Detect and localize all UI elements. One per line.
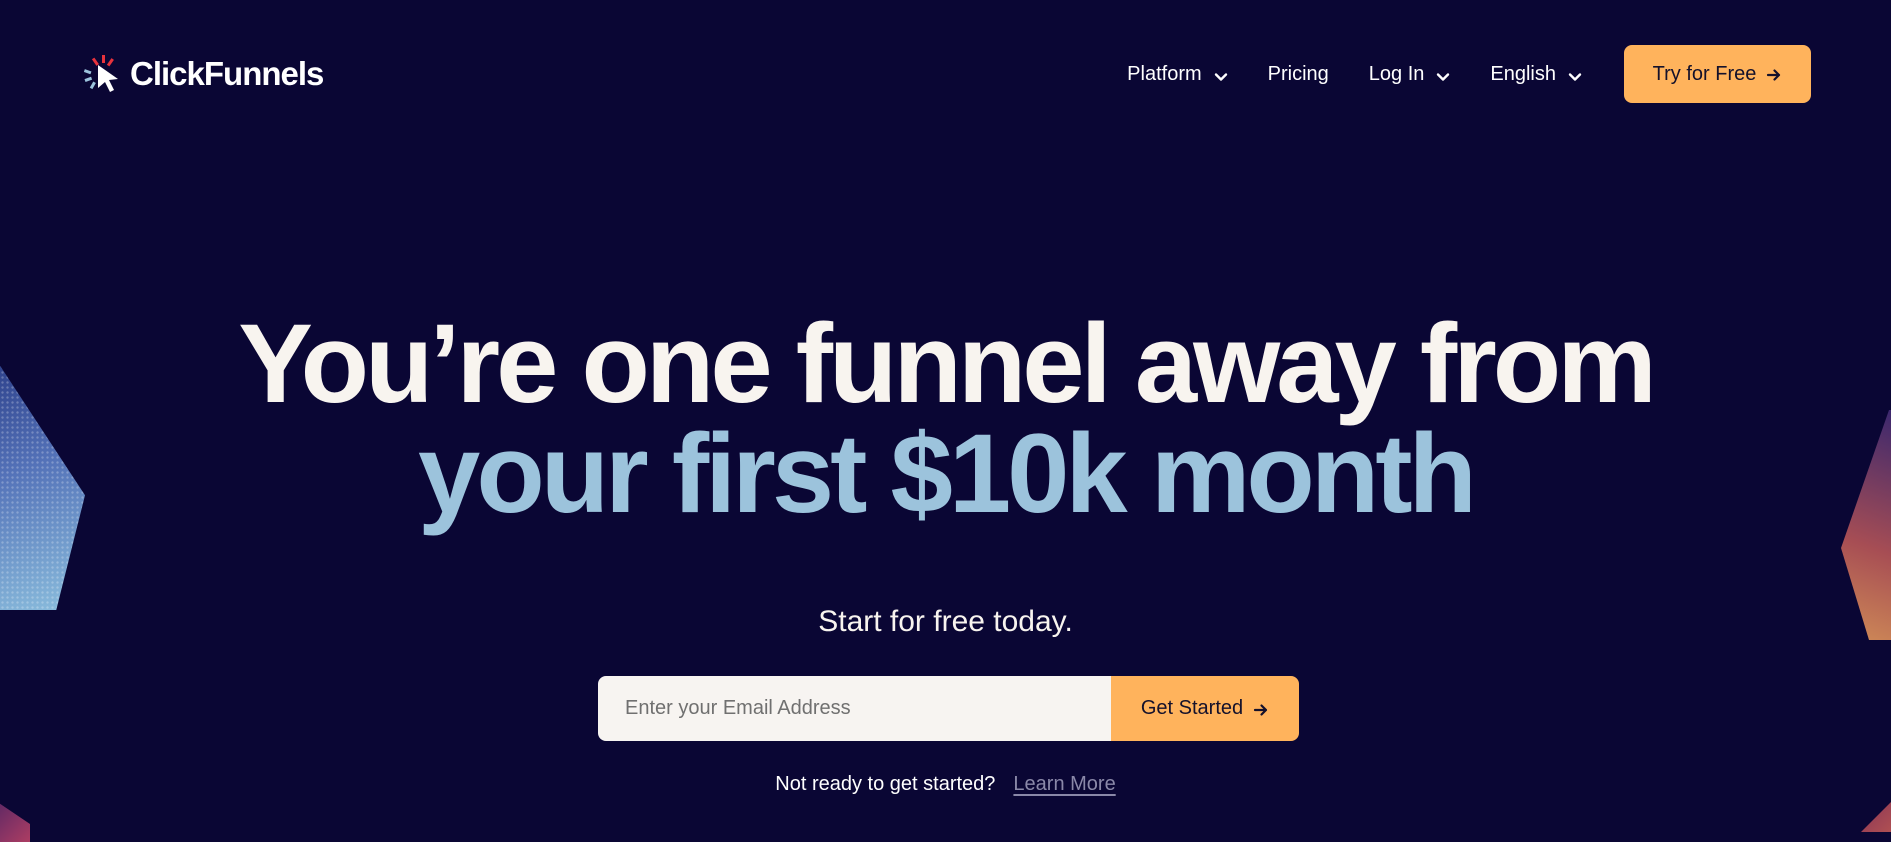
nav-item-platform-label: Platform xyxy=(1127,62,1202,85)
decorative-shape-bottom-right xyxy=(1861,792,1891,832)
site-header: ClickFunnels Platform Pricing Log In Eng… xyxy=(0,0,1891,150)
get-started-button[interactable]: Get Started xyxy=(1111,676,1299,741)
nav-item-login[interactable]: Log In xyxy=(1369,63,1451,86)
nav-item-language[interactable]: English xyxy=(1490,63,1582,86)
chevron-down-icon xyxy=(1436,67,1450,81)
try-for-free-label: Try for Free xyxy=(1652,62,1757,85)
decorative-shape-bottom-left xyxy=(0,797,30,842)
arrow-right-icon xyxy=(1253,701,1269,717)
learn-more-row: Not ready to get started? Learn More xyxy=(0,773,1891,796)
email-input[interactable] xyxy=(598,676,1111,741)
nav-item-login-label: Log In xyxy=(1368,62,1425,85)
not-ready-text: Not ready to get started? xyxy=(775,773,996,795)
brand-logo[interactable]: ClickFunnels xyxy=(83,55,324,93)
try-for-free-button[interactable]: Try for Free xyxy=(1624,45,1811,103)
cursor-logo-icon xyxy=(83,55,124,93)
learn-more-link[interactable]: Learn More xyxy=(1013,773,1115,796)
chevron-down-icon xyxy=(1568,67,1582,81)
brand-name: ClickFunnels xyxy=(130,55,324,92)
nav-item-pricing-label: Pricing xyxy=(1267,62,1329,85)
hero-headline-highlight: your first $10k month xyxy=(418,411,1477,536)
arrow-right-icon xyxy=(1766,66,1782,82)
nav-item-platform[interactable]: Platform xyxy=(1127,63,1227,86)
main-nav: Platform Pricing Log In English Try for … xyxy=(1127,45,1811,103)
hero-subhead: Start for free today. xyxy=(818,605,1073,638)
hero-headline: You’re one funnel away from xyxy=(238,301,1657,426)
signup-form: Get Started xyxy=(598,676,1299,741)
nav-item-language-label: English xyxy=(1490,62,1556,85)
chevron-down-icon xyxy=(1214,67,1228,81)
get-started-label: Get Started xyxy=(1140,697,1244,719)
nav-item-pricing[interactable]: Pricing xyxy=(1268,63,1329,86)
